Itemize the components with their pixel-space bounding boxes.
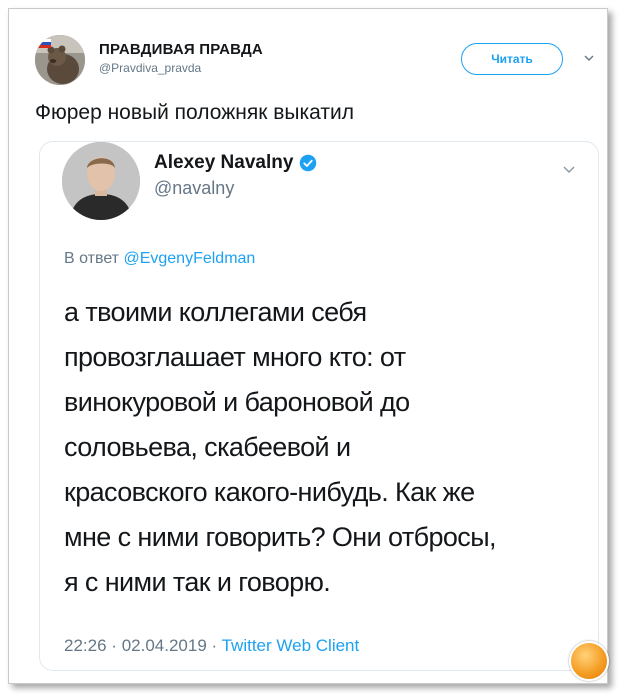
bear-avatar-icon bbox=[35, 35, 85, 85]
author-block: ПРАВДИВАЯ ПРАВДА @Pravdiva_pravda bbox=[99, 41, 263, 75]
body-line: винокуровой и бароновой до bbox=[64, 387, 410, 417]
quoted-tweet-body: а твоими коллегами себя провозглашает мн… bbox=[64, 290, 584, 605]
body-line: я с ними так и говорю. bbox=[64, 567, 331, 597]
chevron-down-icon[interactable] bbox=[583, 53, 595, 63]
chevron-down-icon[interactable] bbox=[562, 164, 576, 174]
author-name[interactable]: ПРАВДИВАЯ ПРАВДА bbox=[99, 41, 263, 58]
tweet-meta: 22:26 · 02.04.2019 · Twitter Web Client bbox=[64, 636, 359, 656]
quoted-author-avatar[interactable] bbox=[62, 142, 140, 220]
meta-separator: · bbox=[111, 636, 117, 655]
body-line: мне с ними говорить? Они отбросы, bbox=[64, 522, 497, 552]
quoted-tweet-card[interactable]: Alexey Navalny @navalny В ответ @EvgenyF… bbox=[39, 141, 599, 671]
body-line: провозглашает много кто: от bbox=[64, 342, 406, 372]
tweet-date[interactable]: 02.04.2019 bbox=[122, 636, 207, 655]
follow-button[interactable]: Читать bbox=[461, 43, 563, 75]
reply-mention-link[interactable]: @EvgenyFeldman bbox=[123, 250, 255, 267]
body-line: соловьева, скабеевой и bbox=[64, 432, 351, 462]
portrait-avatar-icon bbox=[62, 142, 140, 220]
verified-check-icon bbox=[300, 154, 317, 172]
screenshot-frame: ПРАВДИВАЯ ПРАВДА @Pravdiva_pravda Читать… bbox=[8, 8, 609, 684]
tweet-source-link[interactable]: Twitter Web Client bbox=[222, 636, 360, 655]
author-avatar[interactable] bbox=[35, 35, 85, 85]
quoted-author-handle[interactable]: @navalny bbox=[154, 178, 317, 199]
body-line: а твоими коллегами себя bbox=[64, 297, 367, 327]
body-line: красовского какого-нибудь. Как же bbox=[64, 477, 475, 507]
quoted-author-block: Alexey Navalny @navalny bbox=[154, 152, 317, 199]
reply-prefix: В ответ bbox=[64, 250, 120, 267]
author-handle[interactable]: @Pravdiva_pravda bbox=[99, 61, 263, 75]
reply-context: В ответ @EvgenyFeldman bbox=[64, 250, 255, 268]
quoted-author-name[interactable]: Alexey Navalny bbox=[154, 152, 293, 174]
meta-separator: · bbox=[211, 636, 218, 655]
watermark-logo bbox=[569, 641, 609, 681]
tweet-text: Фюрер новый положняк выкатил bbox=[35, 101, 354, 124]
tweet-time[interactable]: 22:26 bbox=[64, 636, 107, 655]
